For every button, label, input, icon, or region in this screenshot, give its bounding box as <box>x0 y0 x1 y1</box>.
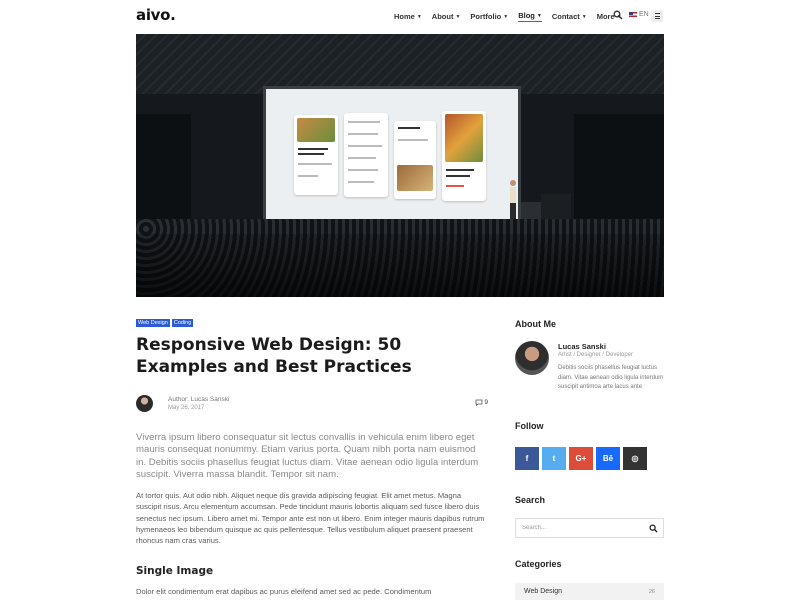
article-paragraph: At tortor quis. Aut odio nibh. Aliquet n… <box>136 491 485 546</box>
nav-label: Contact <box>551 12 580 21</box>
chevron-down-icon: ▼ <box>416 13 422 20</box>
chevron-down-icon: ▼ <box>455 13 461 20</box>
nav-item-blog[interactable]: Blog ▼ <box>518 11 542 22</box>
article-paragraph-2: Dolor elit condimentum erat dapibus ac p… <box>136 587 432 596</box>
google-plus-icon: G+ <box>575 454 587 463</box>
search-box <box>515 518 664 538</box>
hero-image <box>136 34 664 297</box>
dribbble-button[interactable]: ◎ <box>623 447 647 470</box>
about-role: Artist / Designer / Developer <box>558 352 634 358</box>
screen-card <box>394 121 436 199</box>
language-label: EN <box>639 11 649 18</box>
tag-web-design[interactable]: Web Design <box>136 319 170 327</box>
chevron-down-icon: ▼ <box>536 12 542 19</box>
site-header: aivo. Home ▼ About ▼ Portfolio ▼ Blog ▼ Cont… <box>0 0 800 34</box>
facebook-icon: f <box>525 454 529 463</box>
publish-date: May 26, 2017 <box>168 405 205 411</box>
hamburger-menu-icon[interactable] <box>651 10 663 22</box>
nav-label: Portfolio <box>470 12 502 21</box>
screen-card <box>344 113 388 197</box>
about-heading: About Me <box>515 319 556 329</box>
search-icon[interactable] <box>649 524 658 533</box>
site-logo[interactable]: aivo. <box>136 6 176 24</box>
tag-list: Web Design Coding <box>136 319 194 327</box>
left-speaker-stack <box>136 114 191 234</box>
language-switcher[interactable]: EN <box>629 11 649 18</box>
chevron-down-icon: ▼ <box>581 13 587 20</box>
us-flag-icon <box>629 12 637 17</box>
about-description: Debitis sociis phasellus feugiat luctus … <box>558 365 664 390</box>
search-icon[interactable] <box>613 10 623 20</box>
category-name: Web Design <box>524 588 563 595</box>
nav-label: About <box>431 12 454 21</box>
comment-count: 9 <box>484 399 488 406</box>
nav-label: Blog <box>518 11 535 20</box>
nav-item-contact[interactable]: Contact ▼ <box>552 11 587 22</box>
projection-screen <box>263 86 521 238</box>
social-links: f t G+ Bē ◎ <box>515 447 647 470</box>
behance-button[interactable]: Bē <box>596 447 620 470</box>
categories-heading: Categories <box>515 559 562 569</box>
section-heading: Single Image <box>136 565 214 577</box>
nav-item-home[interactable]: Home ▼ <box>394 11 422 22</box>
follow-heading: Follow <box>515 421 544 431</box>
twitter-button[interactable]: t <box>542 447 566 470</box>
facebook-button[interactable]: f <box>515 447 539 470</box>
comment-count-link[interactable]: 9 <box>475 399 488 406</box>
chevron-down-icon: ▼ <box>503 13 509 20</box>
category-count: 26 <box>648 589 655 595</box>
article-lead: Viverra ipsum libero consequatur sit lec… <box>136 432 479 480</box>
google-plus-button[interactable]: G+ <box>569 447 593 470</box>
screen-card <box>442 111 486 201</box>
tag-coding[interactable]: Coding <box>171 319 194 327</box>
nav-item-portfolio[interactable]: Portfolio ▼ <box>470 11 508 22</box>
article-title: Responsive Web Design: 50 Examples and B… <box>136 335 412 377</box>
nav-label: Home <box>394 12 415 21</box>
comment-icon <box>475 399 483 406</box>
category-item[interactable]: Web Design 26 <box>515 583 664 600</box>
dribbble-icon: ◎ <box>631 454 639 463</box>
search-heading: Search <box>515 495 546 505</box>
author-name[interactable]: Author: Lucas Sanski <box>168 396 229 403</box>
search-input[interactable] <box>522 522 642 534</box>
author-meta: Author: Lucas Sanski May 26, 2017 9 <box>136 395 488 415</box>
twitter-icon: t <box>552 454 556 463</box>
ceiling-truss <box>136 34 664 94</box>
nav-label: More <box>596 12 615 21</box>
screen-card <box>294 115 338 195</box>
behance-icon: Bē <box>602 454 614 463</box>
main-nav: Home ▼ About ▼ Portfolio ▼ Blog ▼ Contact ▼ M… <box>394 11 632 22</box>
about-name: Lucas Sanski <box>558 342 606 351</box>
nav-item-about[interactable]: About ▼ <box>432 11 461 22</box>
avatar[interactable] <box>136 395 153 412</box>
avatar <box>515 341 549 375</box>
